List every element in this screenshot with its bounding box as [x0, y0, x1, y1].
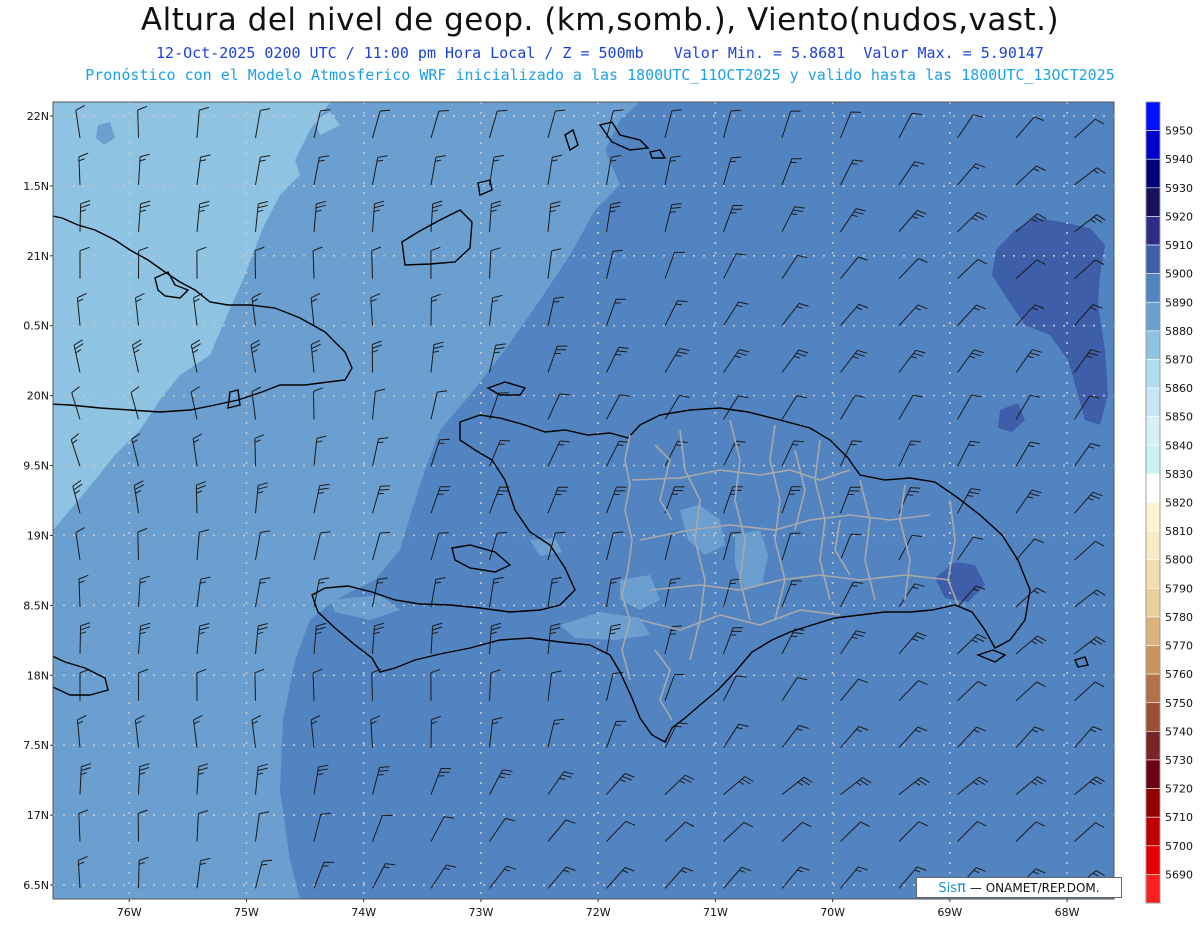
lon-label: 72W [586, 906, 611, 919]
colorbar-swatch [1145, 130, 1161, 160]
lon-label: 68W [1055, 906, 1080, 919]
colorbar-label: 5920 [1165, 210, 1193, 223]
colorbar-label: 5720 [1165, 783, 1193, 796]
colorbar-label: 5850 [1165, 411, 1193, 424]
lon-label: 71W [703, 906, 728, 919]
lat-label: 9.5N [23, 460, 49, 473]
colorbar-label: 5930 [1165, 182, 1193, 195]
colorbar-label: 5710 [1165, 811, 1193, 824]
colorbar-label: 5870 [1165, 353, 1193, 366]
lon-label: 69W [937, 906, 962, 919]
colorbar: 5950 5940 5930 5920 5910 5900 5890 5880 5870 5860… [1145, 101, 1193, 904]
credit-text: — ONAMET/REP.DOM. [969, 881, 1100, 895]
colorbar-swatch [1145, 731, 1161, 761]
lon-label: 76W [117, 906, 142, 919]
colorbar-label: 5770 [1165, 640, 1193, 653]
colorbar-label: 5830 [1165, 468, 1193, 481]
colorbar-label: 5820 [1165, 497, 1193, 510]
colorbar-label: 5750 [1165, 697, 1193, 710]
longitude-labels: 76W 75W 74W 73W 72W 71W 70W 69W 68W [117, 899, 1080, 919]
colorbar-swatch [1145, 759, 1161, 789]
colorbar-label: 5780 [1165, 611, 1193, 624]
latitude-labels: 22N 1.5N 21N 0.5N 20N 9.5N 19N 8.5N 18N 7.5N 17N 6.… [23, 110, 53, 892]
colorbar-swatch [1145, 702, 1161, 732]
lon-label: 70W [820, 906, 845, 919]
colorbar-label: 5730 [1165, 754, 1193, 767]
colorbar-swatch [1145, 101, 1161, 131]
colorbar-swatch [1145, 874, 1161, 904]
colorbar-swatch [1145, 158, 1161, 189]
lat-label: 22N [27, 110, 49, 123]
colorbar-label: 5940 [1165, 153, 1193, 166]
colorbar-swatch [1145, 330, 1161, 360]
colorbar-swatch [1145, 416, 1161, 446]
colorbar-swatch [1145, 187, 1161, 217]
colorbar-swatch [1145, 845, 1161, 875]
lat-label: 6.5N [23, 879, 49, 892]
colorbar-label: 5880 [1165, 325, 1193, 338]
lat-label: 20N [27, 390, 49, 403]
colorbar-swatch [1145, 788, 1161, 818]
colorbar-label: 5950 [1165, 125, 1193, 138]
lon-label: 74W [351, 906, 376, 919]
colorbar-label: 5900 [1165, 268, 1193, 281]
lat-label: 17N [27, 809, 49, 822]
colorbar-swatch [1145, 244, 1161, 274]
lat-label: 1.5N [23, 180, 49, 193]
colorbar-label: 5890 [1165, 296, 1193, 309]
colorbar-swatch [1145, 616, 1161, 646]
colorbar-label: 5690 [1165, 868, 1193, 881]
colorbar-swatch [1145, 588, 1161, 618]
colorbar-swatch [1145, 530, 1161, 561]
lat-label: 0.5N [23, 320, 49, 333]
lat-label: 7.5N [23, 739, 49, 752]
colorbar-label: 5760 [1165, 668, 1193, 681]
lat-label: 8.5N [23, 599, 49, 612]
colorbar-label: 5860 [1165, 382, 1193, 395]
colorbar-swatch [1145, 473, 1161, 503]
colorbar-swatch [1145, 273, 1161, 303]
lat-label: 18N [27, 669, 49, 682]
colorbar-swatch [1145, 359, 1161, 389]
colorbar-label: 5800 [1165, 554, 1193, 567]
colorbar-label: 5790 [1165, 582, 1193, 595]
lon-label: 73W [468, 906, 493, 919]
lat-label: 21N [27, 250, 49, 263]
sispi-logo: Sisπ [938, 878, 967, 896]
colorbar-swatch [1145, 645, 1161, 675]
lat-label: 19N [27, 529, 49, 542]
colorbar-swatch [1145, 216, 1161, 246]
colorbar-swatch [1145, 444, 1161, 475]
lon-label: 75W [234, 906, 259, 919]
colorbar-label: 5700 [1165, 840, 1193, 853]
credit-box: Sisπ — ONAMET/REP.DOM. [916, 877, 1122, 898]
colorbar-label: 5810 [1165, 525, 1193, 538]
colorbar-label: 5840 [1165, 439, 1193, 452]
colorbar-label: 5740 [1165, 725, 1193, 738]
colorbar-swatch [1145, 301, 1161, 332]
colorbar-swatch [1145, 559, 1161, 589]
colorbar-swatch [1145, 673, 1161, 704]
colorbar-swatch [1145, 387, 1161, 417]
colorbar-swatch [1145, 816, 1161, 847]
colorbar-label: 5910 [1165, 239, 1193, 252]
colorbar-swatch [1145, 502, 1161, 532]
forecast-map: 22N 1.5N 21N 0.5N 20N 9.5N 19N 8.5N 18N 7.5N 17N 6.… [23, 101, 1193, 919]
